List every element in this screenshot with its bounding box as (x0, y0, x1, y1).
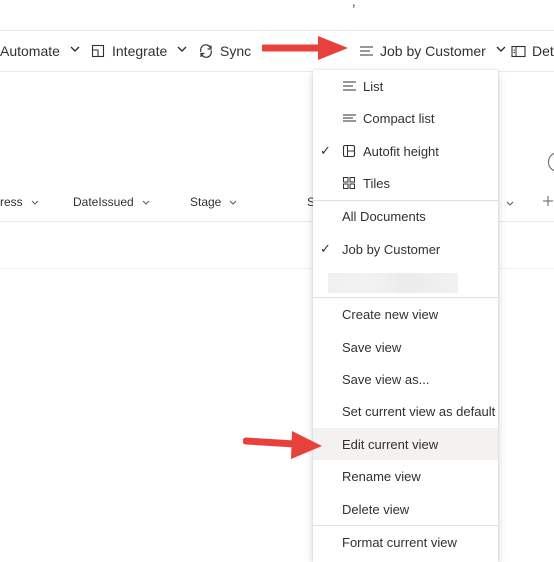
menu-item-save-view-as[interactable]: Save view as... (313, 363, 498, 395)
list-icon (358, 43, 374, 59)
menu-item-delete-view[interactable]: Delete view (313, 493, 498, 525)
menu-item-rename-view[interactable]: Rename view (313, 460, 498, 492)
integrate-label: Integrate (112, 43, 168, 59)
details-button[interactable]: Deta (510, 31, 554, 71)
menu-item-label: Format current view (342, 534, 457, 550)
sync-icon (198, 43, 214, 59)
menu-item-label: All Documents (342, 208, 426, 224)
menu-item-label: Compact list (363, 110, 435, 126)
view-options-menu: List Compact list ✓ Autofit height Tiles… (313, 70, 498, 562)
chevron-down-icon (229, 197, 237, 207)
chevron-down-icon (496, 45, 506, 56)
sync-button[interactable]: Sync (198, 31, 251, 71)
annotation-arrow-icon (262, 36, 348, 60)
menu-item-tiles[interactable]: Tiles (313, 167, 498, 199)
chevron-down-icon (31, 197, 39, 207)
column-label: Stage (190, 195, 222, 209)
tiles-icon (341, 175, 357, 191)
details-pane-icon (510, 43, 526, 59)
info-icon[interactable] (548, 152, 554, 172)
menu-item-compact-list[interactable]: Compact list (313, 102, 498, 134)
column-header-dateissued[interactable]: DateIssued (73, 182, 150, 222)
column-label: ress (0, 195, 23, 209)
menu-item-all-documents[interactable]: All Documents (313, 200, 498, 232)
integrate-button[interactable]: Integrate (90, 31, 187, 71)
menu-item-label: Set current view as default (342, 403, 496, 419)
menu-item-create-new-view[interactable]: Create new view (313, 298, 498, 330)
menu-item-format-current-view[interactable]: Format current view (313, 526, 498, 558)
menu-item-job-by-customer[interactable]: ✓ Job by Customer (313, 233, 498, 265)
menu-item-label: Save view (342, 339, 402, 355)
menu-item-label: Job by Customer (342, 241, 441, 257)
plus-icon (543, 195, 553, 209)
column-header-address[interactable]: ress (0, 182, 39, 222)
top-fragment: ʼ (376, 0, 379, 9)
add-column-button[interactable] (543, 182, 553, 222)
menu-item-label: Save view as... (342, 371, 430, 387)
chevron-down-icon (506, 195, 514, 209)
column-header-stage[interactable]: Stage (190, 182, 237, 222)
menu-item-label: Tiles (363, 175, 390, 191)
list-icon (341, 78, 357, 94)
menu-item-list[interactable]: List (313, 70, 498, 102)
checkmark-icon: ✓ (320, 241, 331, 256)
sync-label: Sync (220, 43, 252, 59)
top-strip: , ʼ (0, 0, 554, 30)
annotation-arrow-icon (243, 431, 322, 459)
top-fragment: , (352, 0, 356, 9)
details-label: Deta (532, 43, 554, 59)
automate-label: Automate (0, 43, 60, 59)
chevron-down-icon (70, 45, 80, 56)
automate-button[interactable]: Automate (0, 31, 80, 71)
menu-item-edit-current-view[interactable]: Edit current view (313, 428, 498, 460)
compact-list-icon (341, 110, 357, 126)
menu-item-label: Autofit height (363, 143, 439, 159)
checkmark-icon: ✓ (320, 143, 331, 158)
menu-item-autofit-height[interactable]: ✓ Autofit height (313, 135, 498, 167)
menu-item-label: Delete view (342, 501, 410, 517)
menu-item-label: Rename view (342, 468, 421, 484)
menu-item-save-view[interactable]: Save view (313, 331, 498, 363)
menu-item-set-default-view[interactable]: Set current view as default (313, 395, 498, 427)
column-label: DateIssued (73, 195, 134, 209)
chevron-down-icon (177, 45, 187, 56)
chevron-down-icon (142, 197, 150, 207)
view-switcher-button[interactable]: Job by Customer (358, 31, 506, 71)
menu-item-label: Edit current view (342, 436, 439, 452)
redacted-view-name (328, 273, 458, 293)
menu-item-label: List (363, 78, 384, 94)
column-chevron[interactable] (506, 182, 514, 222)
view-switcher-label: Job by Customer (380, 43, 486, 59)
menu-item-label: Create new view (342, 306, 439, 322)
integrate-icon (90, 43, 106, 59)
autofit-icon (341, 143, 357, 159)
